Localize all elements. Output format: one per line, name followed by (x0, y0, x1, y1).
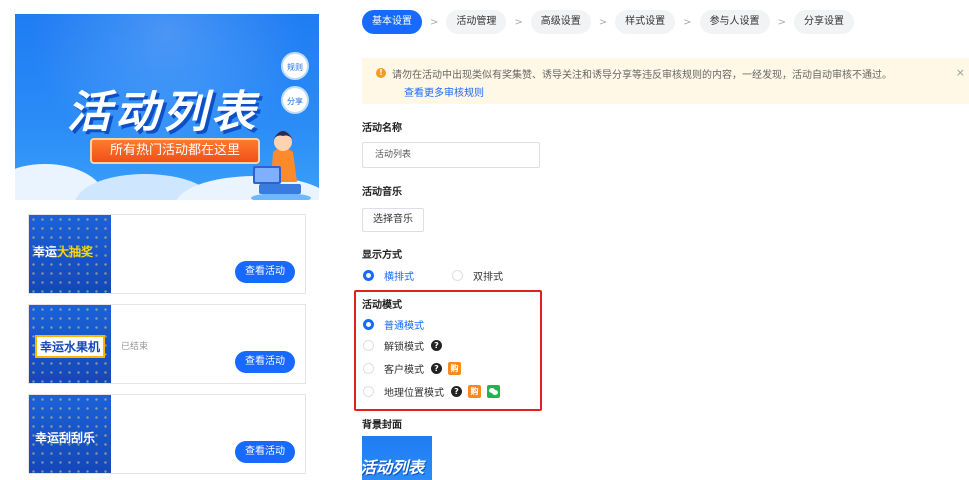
step-separator: > (683, 16, 692, 28)
banner-subtitle: 所有热门活动都在这里 (90, 138, 260, 164)
help-icon[interactable]: ? (431, 363, 442, 374)
card-status: 已结束 (121, 342, 149, 352)
radio-icon[interactable] (452, 270, 463, 281)
wechat-icon (487, 385, 500, 398)
help-icon[interactable]: ? (451, 386, 462, 397)
step-activity-manage[interactable]: 活动管理 (446, 10, 507, 34)
step-advanced[interactable]: 高级设置 (530, 10, 591, 34)
step-participants[interactable]: 参与人设置 (699, 10, 770, 34)
buy-badge-icon: 购 (468, 385, 481, 398)
card-thumbnail: 幸运刮刮乐 (29, 395, 111, 473)
review-rules-link[interactable]: 查看更多审核规则 (404, 84, 484, 99)
step-style[interactable]: 样式设置 (615, 10, 676, 34)
card-thumbnail: 幸运水果机 (29, 305, 111, 383)
radio-icon[interactable] (363, 319, 374, 330)
cover-text: 活动列表 (362, 458, 425, 477)
view-activity-button[interactable]: 查看活动 (235, 441, 295, 463)
view-activity-button[interactable]: 查看活动 (235, 351, 295, 373)
rules-button[interactable]: 规则 (281, 52, 309, 80)
radio-icon[interactable] (363, 363, 374, 374)
cover-label: 背景封面 (362, 420, 402, 431)
mode-option-label[interactable]: 解锁模式 (384, 338, 424, 353)
activity-card[interactable]: 幸运大抽奖 查看活动 (28, 214, 306, 294)
review-notice: ! 请勿在活动中出现类似有奖集赞、诱导关注和诱导分享等违反审核规则的内容，一经发… (362, 58, 969, 104)
person-laptop-illustration (251, 131, 311, 200)
step-separator: > (777, 16, 786, 28)
display-mode-label: 显示方式 (362, 250, 402, 261)
help-icon[interactable]: ? (431, 340, 442, 351)
radio-icon[interactable] (363, 340, 374, 351)
activity-name-input[interactable]: 活动列表 (362, 142, 540, 168)
display-mode-group: 横排式 双排式 (363, 268, 503, 283)
radio-icon[interactable] (363, 270, 374, 281)
mode-option-normal[interactable]: 普通模式 (363, 317, 424, 332)
activity-card[interactable]: 幸运刮刮乐 查看活动 (28, 394, 306, 474)
display-option-double[interactable]: 双排式 (473, 268, 503, 283)
mode-option-customer[interactable]: 客户模式 ? 购 (363, 361, 461, 376)
card-thumbnail: 幸运大抽奖 (29, 215, 111, 293)
banner-title: 活动列表 (67, 87, 259, 138)
activity-mode-label: 活动模式 (362, 300, 402, 311)
activity-card[interactable]: 幸运水果机 已结束 查看活动 (28, 304, 306, 384)
mode-option-unlock[interactable]: 解锁模式 ? (363, 338, 442, 353)
card-thumb-text: 幸运刮刮乐 (35, 431, 96, 445)
buy-badge-icon: 购 (448, 362, 461, 375)
warning-icon: ! (376, 68, 386, 78)
card-thumb-text-highlight: 大抽奖 (57, 245, 94, 259)
step-separator: > (598, 16, 608, 28)
step-share[interactable]: 分享设置 (793, 10, 854, 34)
radio-icon[interactable] (363, 386, 374, 397)
mobile-preview: 活动列表 所有热门活动都在这里 规则 分享 幸运大抽奖 查看活动 幸运水果机 已… (0, 0, 345, 480)
select-music-button[interactable]: 选择音乐 (362, 208, 424, 232)
close-icon[interactable]: × (956, 66, 965, 79)
cover-thumbnail[interactable]: 活动列表 (362, 436, 432, 480)
view-activity-button[interactable]: 查看活动 (235, 261, 295, 283)
step-basic[interactable]: 基本设置 (362, 10, 422, 34)
notice-message: 请勿在活动中出现类似有奖集赞、诱导关注和诱导分享等违反审核规则的内容，一经发现，… (392, 70, 892, 81)
activity-music-label: 活动音乐 (362, 187, 402, 198)
card-thumb-text: 幸运水果机 (35, 335, 106, 358)
mode-option-label[interactable]: 客户模式 (384, 361, 424, 376)
step-separator: > (514, 16, 523, 28)
mode-option-location[interactable]: 地理位置模式 ? 购 (363, 384, 500, 399)
app-root: 活动列表 所有热门活动都在这里 规则 分享 幸运大抽奖 查看活动 幸运水果机 已… (0, 0, 969, 480)
display-option-horizontal[interactable]: 横排式 (384, 268, 414, 283)
step-separator: > (430, 16, 439, 28)
share-button[interactable]: 分享 (281, 86, 309, 114)
preview-banner: 活动列表 所有热门活动都在这里 规则 分享 (15, 14, 319, 200)
mode-option-label[interactable]: 地理位置模式 (384, 384, 444, 399)
card-thumb-text: 幸运 (33, 245, 58, 259)
mode-option-label[interactable]: 普通模式 (384, 317, 424, 332)
activity-name-label: 活动名称 (362, 123, 402, 134)
settings-steps: 基本设置 > 活动管理 > 高级设置 > 样式设置 > 参与人设置 > 分享设置 (362, 10, 854, 34)
